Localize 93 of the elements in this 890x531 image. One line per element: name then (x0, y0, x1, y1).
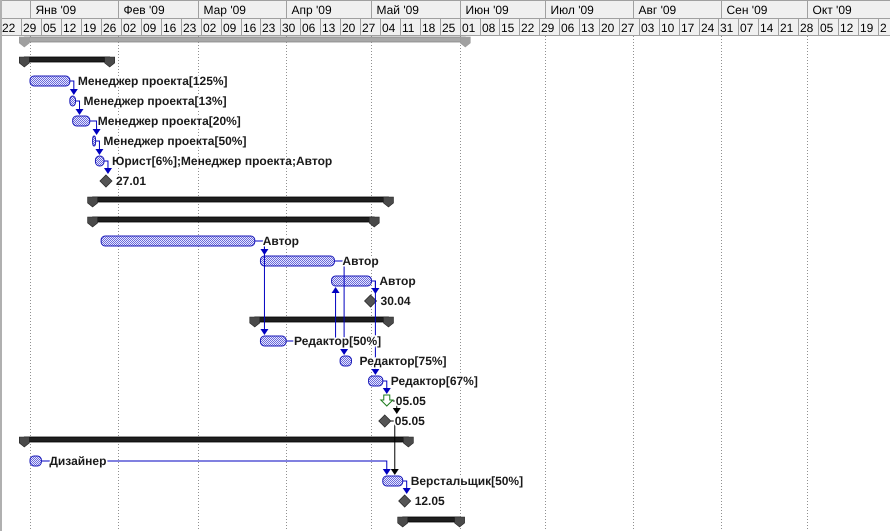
week-label: 26 (103, 21, 116, 35)
date-label: 12.05 (414, 494, 445, 508)
week-label: 01 (462, 21, 476, 35)
milestone-marker (364, 294, 378, 308)
dependency-arrow (103, 160, 112, 174)
week-label: 04 (382, 21, 396, 35)
week-label: 05 (43, 21, 56, 35)
week-label: 30 (282, 21, 296, 35)
dependency-arrow (402, 480, 411, 494)
week-label: 16 (243, 21, 256, 35)
week-label: 02 (123, 21, 136, 35)
dependency-arrow (69, 80, 78, 95)
resource-label: Юрист[6%];Менеджер проекта;Автор (112, 154, 332, 168)
week-label: 29 (23, 21, 36, 35)
task-bar (368, 376, 384, 386)
month-label: Июл '09 (550, 3, 594, 17)
week-label: 05 (820, 21, 834, 35)
resource-label: Автор (342, 254, 379, 268)
week-label: 11 (402, 21, 414, 35)
resource-label: Верстальщик[50%] (410, 474, 524, 488)
dependency-arrow (94, 140, 104, 155)
task-bar (69, 96, 76, 106)
task-bar (30, 456, 42, 466)
resource-label: Менеджер проекта[13%] (84, 94, 227, 108)
deadline-icon (380, 394, 394, 407)
week-label: 09 (143, 21, 156, 35)
week-label: 14 (760, 21, 774, 35)
month-label: Янв '09 (36, 3, 76, 17)
week-label: 25 (442, 21, 456, 35)
week-label: 24 (701, 21, 714, 35)
milestone-marker (398, 494, 412, 508)
week-label: 27 (621, 21, 634, 35)
week-label: 12 (63, 21, 76, 35)
week-label: 13 (581, 21, 594, 35)
dependency-arrow (382, 380, 391, 394)
task-bar (30, 76, 70, 86)
week-label: 13 (322, 21, 336, 35)
task-bar (94, 156, 104, 166)
month-label: Май '09 (376, 3, 419, 17)
summary-bar (397, 516, 465, 528)
month-label: Июн '09 (466, 3, 509, 17)
week-label: 09 (223, 21, 236, 35)
week-label: 15 (501, 21, 514, 35)
week-label: 17 (681, 21, 694, 35)
week-label: 06 (561, 21, 574, 35)
date-label: 27.01 (116, 174, 146, 188)
task-bar (331, 276, 372, 286)
month-label: Апр '09 (292, 3, 332, 17)
resource-label: Менеджер проекта[125%] (78, 74, 228, 88)
week-label: 07 (740, 21, 754, 35)
week-label: 28 (800, 21, 814, 35)
week-label: 31 (720, 21, 734, 35)
week-label: 2 (880, 21, 887, 35)
week-label: 19 (83, 21, 96, 35)
week-label: 22 (2, 21, 16, 35)
week-label: 27 (362, 21, 376, 35)
task-bar (382, 476, 404, 486)
week-label: 06 (302, 21, 316, 35)
task-bar (92, 136, 96, 146)
week-label: 22 (521, 21, 534, 35)
resource-label: Редактор[67%] (390, 374, 478, 388)
week-label: 23 (183, 21, 196, 35)
month-label: Фев '09 (124, 3, 165, 17)
resource-label: Автор (379, 274, 416, 288)
task-bar (72, 116, 90, 126)
resource-label: Автор (262, 234, 300, 248)
resource-label: Менеджер проекта[50%] (103, 134, 246, 148)
week-label: 03 (641, 21, 654, 35)
task-bar (260, 336, 287, 346)
month-label: Мар '09 (204, 3, 246, 17)
milestone-marker (378, 414, 392, 428)
week-label: 18 (422, 21, 436, 35)
month-label: Авг '09 (638, 3, 676, 17)
week-label: 20 (601, 21, 614, 35)
date-label: 05.05 (396, 394, 426, 408)
month-label: Окт '09 (812, 3, 852, 17)
week-label: 12 (840, 21, 854, 35)
task-bar (340, 356, 352, 366)
dependency-arrow (75, 100, 84, 115)
week-label: 16 (163, 21, 176, 35)
milestone-marker (99, 174, 113, 188)
date-label: 05.05 (394, 414, 425, 428)
resource-label: Менеджер проекта[20%] (98, 114, 241, 128)
week-label: 08 (482, 21, 496, 35)
week-label: 02 (203, 21, 216, 35)
date-label: 30.04 (380, 294, 411, 308)
week-label: 29 (541, 21, 554, 35)
week-label: 19 (860, 21, 874, 35)
month-label: Сен '09 (726, 3, 768, 17)
week-label: 20 (342, 21, 356, 35)
week-label: 21 (780, 21, 794, 35)
week-label: 23 (262, 21, 276, 35)
week-label: 10 (661, 21, 674, 35)
